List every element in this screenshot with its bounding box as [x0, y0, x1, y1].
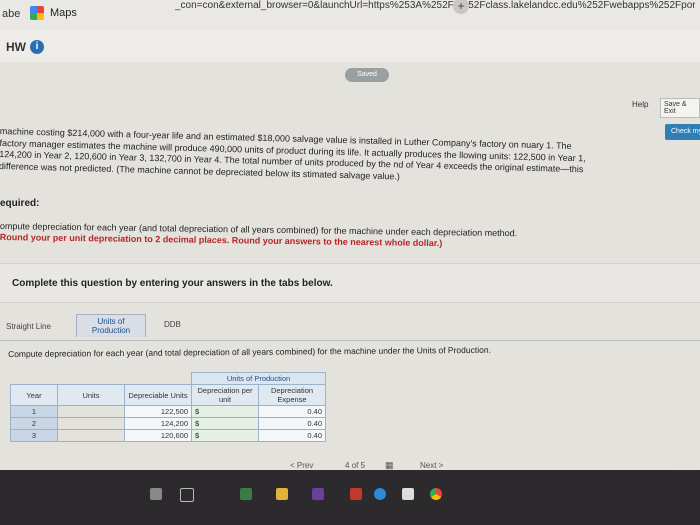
assignment-header: HW i — [0, 30, 700, 62]
depreciation-table: Units of Production Year Units Depreciab… — [10, 372, 340, 442]
mail-icon[interactable] — [402, 488, 414, 500]
col-units: Units — [57, 384, 125, 406]
instructions-text: Complete this question by entering your … — [12, 278, 333, 289]
col-year: Year — [10, 384, 58, 406]
row-dollar: $ — [191, 405, 259, 418]
row-dollar: $ — [191, 429, 259, 442]
page-indicator: 4 of 5 — [345, 461, 366, 470]
task-view-icon[interactable] — [180, 488, 194, 502]
row-rate[interactable]: 0.40 — [258, 429, 326, 442]
app-icon[interactable] — [312, 488, 324, 500]
maps-bookmark[interactable]: Maps — [30, 6, 77, 20]
saved-badge: Saved — [345, 68, 389, 82]
row-rate[interactable]: 0.40 — [258, 417, 326, 430]
row-year: 2 — [10, 417, 58, 430]
table-row: 1 122,500 $ 0.40 — [10, 405, 326, 418]
col-depreciable-units: Depreciable Units — [124, 384, 192, 406]
next-button[interactable]: Next > — [420, 461, 443, 470]
table-row: 2 124,200 $ 0.40 — [10, 417, 326, 430]
office-icon[interactable] — [350, 488, 362, 500]
table-row: 3 120,600 $ 0.40 — [10, 429, 326, 442]
table-group-header: Units of Production — [191, 372, 326, 385]
col-depreciation-per-unit: Depreciation per unit — [191, 384, 259, 406]
col-depreciation-expense: Depreciation Expense — [258, 384, 326, 406]
prev-button[interactable]: < Prev — [290, 461, 313, 470]
tab-units-of-production[interactable]: Units of Production — [76, 314, 146, 337]
row-units[interactable]: 122,500 — [124, 405, 192, 418]
chrome-icon[interactable] — [430, 488, 442, 500]
store-icon[interactable] — [240, 488, 252, 500]
address-bar[interactable]: _con=con&external_browser=0&launchUrl=ht… — [175, 0, 695, 11]
check-my-work-button[interactable]: Check my — [665, 124, 700, 140]
assignment-title: HW — [6, 40, 26, 54]
method-tabs: Straight Line Units of Production DDB — [0, 308, 700, 341]
system-clock: 7:22 PM — [672, 462, 695, 468]
info-icon[interactable]: i — [30, 40, 44, 54]
problem-text: machine costing $214,000 with a four-yea… — [0, 126, 586, 181]
row-units[interactable]: 120,600 — [124, 429, 192, 442]
search-icon[interactable] — [150, 488, 162, 500]
required-title: equired: — [0, 198, 40, 209]
help-link[interactable]: Help — [632, 100, 648, 109]
row-rate[interactable]: 0.40 — [258, 405, 326, 418]
folder-icon[interactable] — [276, 488, 288, 500]
compute-instruction: Compute depreciation for each year (and … — [8, 344, 491, 359]
maps-label: Maps — [50, 7, 77, 19]
row-year: 1 — [10, 405, 58, 418]
maps-icon — [30, 6, 44, 20]
new-tab-icon[interactable]: + — [453, 0, 469, 14]
save-exit-button[interactable]: Save & Exit — [660, 98, 700, 118]
tab-ddb[interactable]: DDB — [164, 320, 181, 329]
row-units[interactable]: 124,200 — [124, 417, 192, 430]
tab-straight-line[interactable]: Straight Line — [6, 322, 51, 331]
browser-bar: abe Maps _con=con&external_browser=0&lau… — [0, 0, 700, 31]
row-year: 3 — [10, 429, 58, 442]
row-dollar: $ — [191, 417, 259, 430]
edge-icon[interactable] — [374, 488, 386, 500]
instructions-banner: Complete this question by entering your … — [0, 263, 700, 303]
required-text: ompute depreciation for each year (and t… — [0, 221, 640, 252]
tab-fragment[interactable]: abe — [2, 8, 20, 20]
